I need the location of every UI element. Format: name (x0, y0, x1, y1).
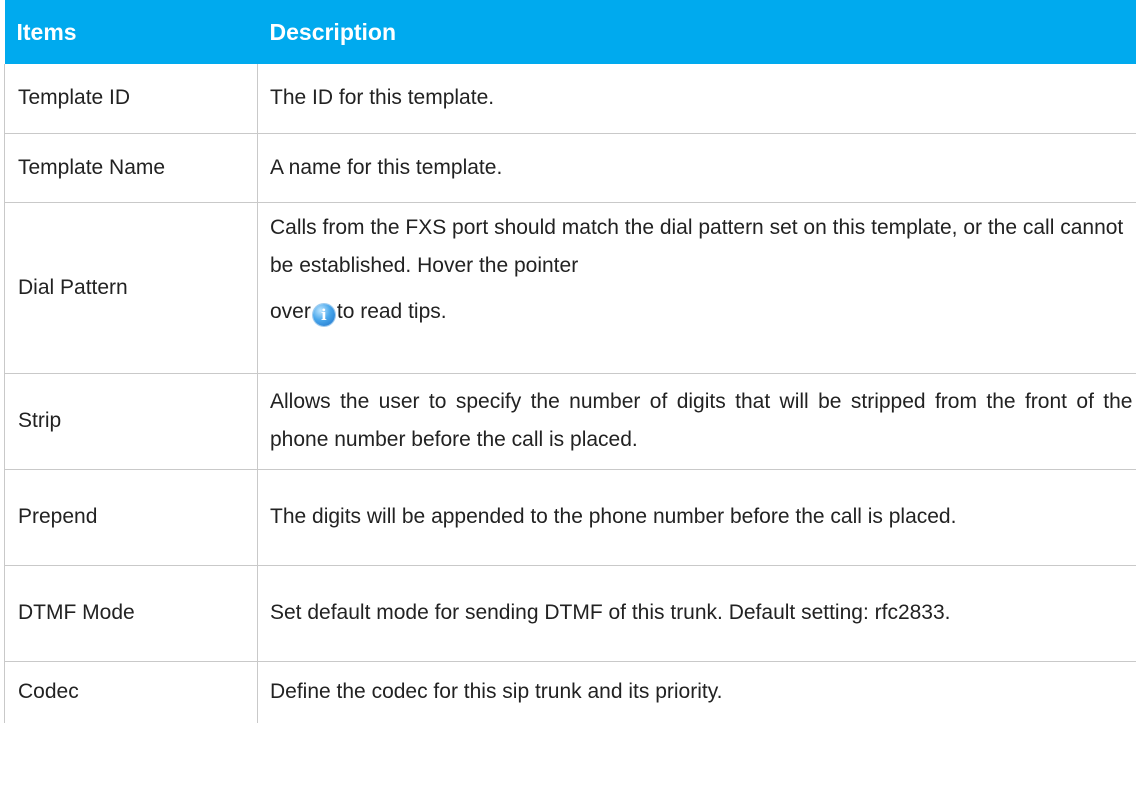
description-cell-codec: Define the codec for this sip trunk and … (270, 680, 723, 704)
description-cell-dtmf-mode: Set default mode for sending DTMF of thi… (257, 565, 1136, 662)
info-icon[interactable]: i (312, 303, 335, 326)
item-cell-dtmf-mode: DTMF Mode (4, 565, 258, 662)
item-cell-prepend: Prepend (4, 469, 258, 566)
items-column-header: Items (4, 0, 258, 64)
item-cell-codec: Codec (4, 661, 258, 723)
description-cell-prepend: The digits will be appended to the phone… (257, 469, 1136, 566)
item-cell-strip: Strip (4, 373, 258, 470)
item-cell-template-name: Template Name (4, 133, 258, 203)
description-cell-dial-pattern: Calls from the FXS port should match the… (257, 202, 1136, 374)
table-row: Codec Define the codec for this sip trun… (4, 661, 1136, 723)
item-cell-template-id: Template ID (4, 64, 258, 134)
table-header-row: Items Description (4, 0, 1136, 64)
dial-pattern-tip-line: over i to read tips. (270, 293, 1133, 331)
dial-pattern-tips-text: to read tips. (336, 299, 447, 323)
description-cell-strip: Allows the user to specify the number of… (257, 373, 1136, 470)
table-row: Strip Allows the user to specify the num… (4, 373, 1136, 470)
dial-pattern-description-text: Calls from the FXS port should match the… (270, 215, 1124, 277)
table-row: Prepend The digits will be appended to t… (4, 469, 1136, 566)
dial-pattern-over-text: over (270, 299, 311, 323)
table-row: Template Name A name for this template. (4, 133, 1136, 203)
table-row: Dial Pattern Calls from the FXS port sho… (4, 202, 1136, 374)
description-cell-template-name: A name for this template. (257, 133, 1136, 203)
table-row: Template ID The ID for this template. (4, 64, 1136, 134)
item-cell-dial-pattern: Dial Pattern (4, 202, 258, 374)
description-cell-template-id: The ID for this template. (257, 64, 1136, 134)
table-row: DTMF Mode Set default mode for sending D… (4, 565, 1136, 662)
description-column-header: Description (257, 0, 1136, 64)
items-description-table: Items Description Template ID The ID for… (4, 0, 1136, 723)
